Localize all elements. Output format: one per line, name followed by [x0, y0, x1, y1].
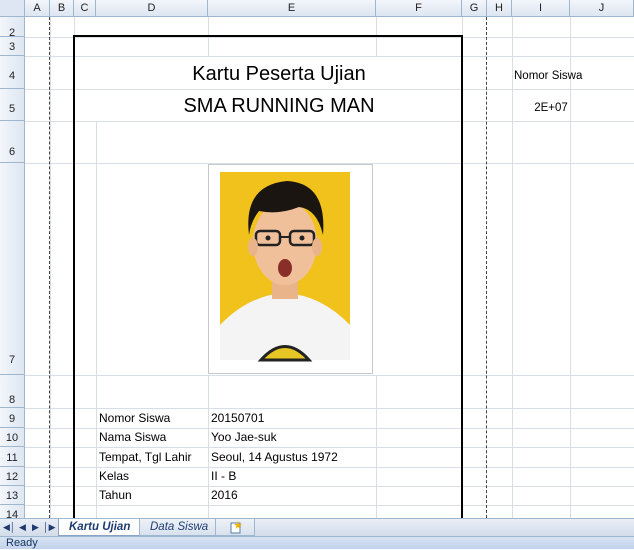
field-value-kelas[interactable]: II - B: [211, 468, 236, 485]
row-header-6[interactable]: 6: [0, 121, 25, 163]
row-header-4[interactable]: 4: [0, 56, 25, 89]
column-header-g[interactable]: G: [462, 0, 487, 17]
sheet-tab-bar: ◀│ ◀ ▶ │▶ Kartu Ujian Data Siswa: [0, 518, 634, 536]
column-header-d[interactable]: D: [96, 0, 208, 17]
column-header-a[interactable]: A: [25, 0, 50, 17]
gridline: [512, 17, 513, 518]
gridline: [50, 17, 51, 518]
field-value-nama-siswa[interactable]: Yoo Jae-suk: [211, 429, 277, 446]
first-sheet-icon[interactable]: ◀│: [3, 521, 16, 534]
row-header-13[interactable]: 13: [0, 486, 25, 505]
insert-sheet-icon: [230, 521, 242, 534]
prev-sheet-icon[interactable]: ◀: [17, 521, 28, 534]
row-header-3[interactable]: 3: [0, 37, 25, 56]
field-label-nomor-siswa[interactable]: Nomor Siswa: [99, 410, 170, 427]
column-header-f[interactable]: F: [376, 0, 462, 17]
row-header-14[interactable]: 14: [0, 505, 25, 518]
row-header-7[interactable]: 7: [0, 163, 25, 375]
tab-kartu-ujian[interactable]: Kartu Ujian: [58, 519, 142, 536]
card-title[interactable]: Kartu Peserta Ujian: [96, 60, 462, 88]
row-header-12[interactable]: 12: [0, 467, 25, 486]
row-header-11[interactable]: 11: [0, 447, 25, 467]
field-value-nomor-siswa[interactable]: 20150701: [211, 410, 264, 427]
lookup-value-cell[interactable]: 2E+07: [512, 100, 590, 117]
row-header-5[interactable]: 5: [0, 89, 25, 121]
worksheet[interactable]: A B C D E F G H I J 2 3 4 5 6 7 8 9 10 1…: [0, 0, 634, 518]
column-header-e[interactable]: E: [208, 0, 376, 17]
school-name[interactable]: SMA RUNNING MAN: [96, 92, 462, 120]
field-label-kelas[interactable]: Kelas: [99, 468, 129, 485]
row-header-2[interactable]: 2: [0, 17, 25, 39]
gridline: [570, 17, 571, 518]
field-value-tempat-tgl-lahir[interactable]: Seoul, 14 Agustus 1972: [211, 449, 338, 466]
column-header-c[interactable]: C: [74, 0, 96, 17]
lookup-label[interactable]: Nomor Siswa: [514, 68, 582, 85]
row-header-8[interactable]: 8: [0, 375, 25, 408]
last-sheet-icon[interactable]: │▶: [43, 521, 56, 534]
field-label-tahun[interactable]: Tahun: [99, 487, 132, 504]
page-break-line: [49, 17, 50, 518]
page-break-line: [486, 17, 487, 518]
column-header-b[interactable]: B: [50, 0, 74, 17]
field-value-tahun[interactable]: 2016: [211, 487, 238, 504]
next-sheet-icon[interactable]: ▶: [30, 521, 41, 534]
column-header-h[interactable]: H: [487, 0, 512, 17]
tab-data-siswa[interactable]: Data Siswa: [139, 519, 220, 536]
column-header-j[interactable]: J: [570, 0, 634, 17]
status-bar: Ready: [0, 536, 634, 549]
row-header-9[interactable]: 9: [0, 408, 25, 428]
status-text: Ready: [6, 537, 38, 549]
insert-sheet-button[interactable]: [215, 519, 255, 536]
field-label-nama-siswa[interactable]: Nama Siswa: [99, 429, 166, 446]
select-all-corner[interactable]: [0, 0, 25, 17]
row-header-10[interactable]: 10: [0, 428, 25, 447]
column-header-i[interactable]: I: [512, 0, 570, 17]
student-photo: [220, 172, 350, 362]
field-label-tempat-tgl-lahir[interactable]: Tempat, Tgl Lahir: [99, 449, 192, 466]
photo-frame[interactable]: [208, 164, 373, 374]
